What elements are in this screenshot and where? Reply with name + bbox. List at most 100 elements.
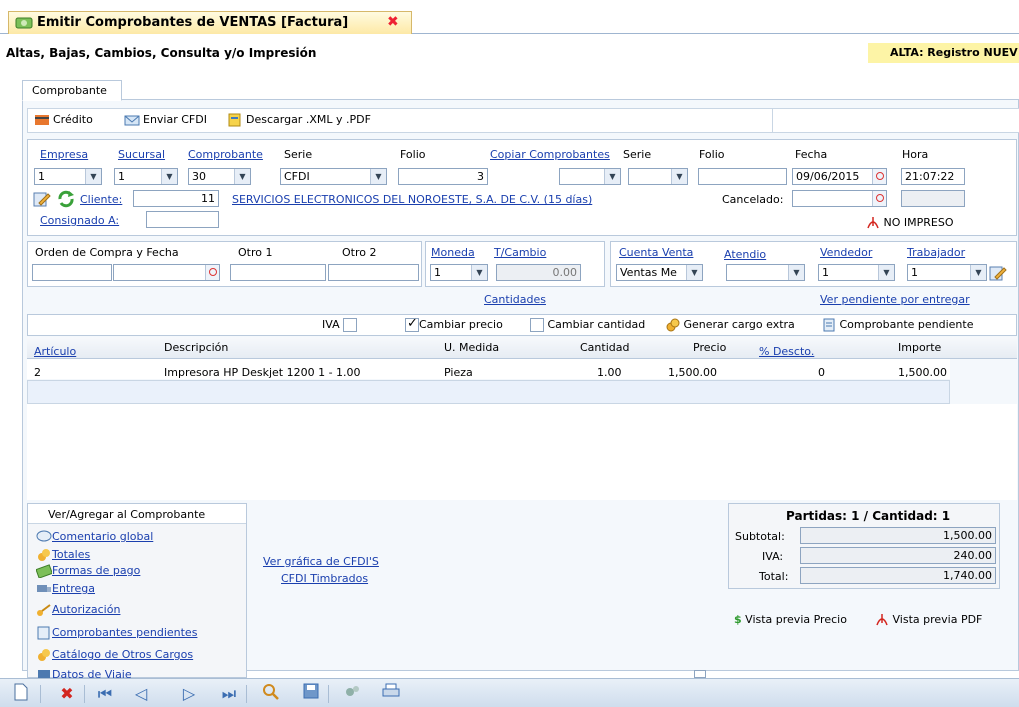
sidebar-item-totales[interactable]: Totales <box>36 548 90 562</box>
sidebar-item-formas-pago[interactable]: Formas de pago <box>35 564 140 579</box>
otro1-input[interactable] <box>230 264 326 281</box>
save-icon[interactable] <box>300 683 322 705</box>
header-descripcion: Descripción <box>164 341 229 354</box>
sidebar-item-catalogo[interactable]: Catálogo de Otros Cargos <box>36 648 193 662</box>
folio-input[interactable]: 3 <box>398 168 488 185</box>
calendar-icon[interactable] <box>205 265 219 280</box>
refresh-icon[interactable] <box>56 190 76 208</box>
serie-select[interactable]: CFDI ▼ <box>280 168 387 185</box>
iva-option[interactable]: IVA <box>322 318 358 332</box>
sidebar-item-comprobantes-pendientes[interactable]: Comprobantes pendientes <box>36 626 197 640</box>
new-document-icon[interactable] <box>10 683 32 705</box>
atendio-link[interactable]: Atendio <box>724 248 766 261</box>
empresa-select[interactable]: 1 ▼ <box>34 168 102 185</box>
cambiar-precio-option[interactable]: Cambiar precio <box>405 316 503 332</box>
cliente-number-input[interactable]: 11 <box>133 190 219 207</box>
cliente-name-link[interactable]: SERVICIOS ELECTRONICOS DEL NOROESTE, S.A… <box>232 193 592 206</box>
process-icon[interactable] <box>342 683 364 705</box>
credito-button[interactable]: Crédito <box>34 113 93 127</box>
ver-pendiente-link[interactable]: Ver pendiente por entregar <box>820 293 970 306</box>
moneda-link[interactable]: Moneda <box>431 246 475 259</box>
moneda-select[interactable]: 1 ▼ <box>430 264 488 281</box>
vendedor-link[interactable]: Vendedor <box>820 246 872 259</box>
consignado-link[interactable]: Consignado A: <box>40 214 119 227</box>
copiar-folio-input[interactable] <box>698 168 787 185</box>
comprobante-pendiente-button[interactable]: Comprobante pendiente <box>822 318 973 332</box>
separator <box>328 685 329 703</box>
edit-icon[interactable] <box>989 264 1007 282</box>
dollar-icon: $ <box>734 613 742 626</box>
comprobante-select[interactable]: 30 ▼ <box>188 168 251 185</box>
sidebar-item-autorizacion[interactable]: Autorización <box>36 603 120 617</box>
copiar-serie-select[interactable]: ▼ <box>559 168 621 185</box>
partidas-summary: Partidas: 1 / Cantidad: 1 <box>786 509 951 523</box>
copiar-comprobantes-link[interactable]: Copiar Comprobantes <box>490 148 610 161</box>
bottom-checkbox[interactable] <box>694 670 706 678</box>
tab-comprobante[interactable]: Comprobante <box>22 80 122 101</box>
orden-fecha-input[interactable] <box>113 264 220 281</box>
cancelado-date-input[interactable] <box>792 190 887 207</box>
chevron-down-icon: ▼ <box>686 265 702 280</box>
hora-input[interactable]: 21:07:22 <box>901 168 965 185</box>
close-tab-icon[interactable]: ✖ <box>387 14 399 30</box>
cuenta-venta-select[interactable]: Ventas Me ▼ <box>616 264 703 281</box>
header-articulo[interactable]: Artículo <box>34 345 76 358</box>
vendedor-select[interactable]: 1 ▼ <box>818 264 895 281</box>
comprobante-link[interactable]: Comprobante <box>188 148 263 161</box>
generar-cargo-button[interactable]: Generar cargo extra <box>666 318 795 332</box>
calendar-icon[interactable] <box>872 169 886 184</box>
cuenta-venta-link[interactable]: Cuenta Venta <box>619 246 693 259</box>
money-icon <box>15 17 33 29</box>
cambiar-cantidad-option[interactable]: Cambiar cantidad <box>530 318 645 332</box>
cambiar-precio-checkbox[interactable] <box>405 316 419 332</box>
cantidades-link[interactable]: Cantidades <box>484 293 546 306</box>
comment-icon <box>36 530 52 542</box>
consignado-input[interactable] <box>146 211 219 228</box>
cliente-link[interactable]: Cliente: <box>80 193 122 206</box>
last-record-icon[interactable]: ⏭ <box>218 683 240 705</box>
cell-umedida: Pieza <box>444 366 473 379</box>
otro2-input[interactable] <box>328 264 419 281</box>
descargar-button[interactable]: Descargar .XML y .PDF <box>227 113 371 127</box>
trabajador-link[interactable]: Trabajador <box>907 246 965 259</box>
fecha-input[interactable]: 09/06/2015 <box>792 168 887 185</box>
edit-icon[interactable] <box>33 191 51 207</box>
trabajador-select[interactable]: 1 ▼ <box>907 264 987 281</box>
sucursal-link[interactable]: Sucursal <box>118 148 165 161</box>
vista-previa-precio-button[interactable]: $ Vista previa Precio <box>734 613 847 626</box>
cancelado-hora-input <box>901 190 965 207</box>
top-strip <box>0 0 1019 9</box>
search-icon[interactable] <box>260 683 282 705</box>
cell-precio: 1,500.00 <box>668 366 717 379</box>
folio2-label: Folio <box>699 148 725 161</box>
ver-grafica-link[interactable]: Ver gráfica de CFDI'S <box>263 555 379 568</box>
new-row[interactable] <box>27 380 950 404</box>
print-icon[interactable] <box>380 683 402 705</box>
next-record-icon[interactable]: ▷ <box>178 683 200 705</box>
tcambio-input: 0.00 <box>496 264 581 281</box>
header-descto[interactable]: % Descto. <box>759 345 814 358</box>
orden-compra-input[interactable] <box>32 264 112 281</box>
sidebar-item-comentario[interactable]: Comentario global <box>36 530 153 544</box>
window-tab[interactable]: Emitir Comprobantes de VENTAS [Factura] … <box>8 11 412 34</box>
delete-icon[interactable]: ✖ <box>56 683 78 705</box>
sidebar-item-datos-viaje[interactable]: Datos de Viaje <box>36 668 132 678</box>
calendar-icon[interactable] <box>872 191 886 206</box>
first-record-icon[interactable]: ⏮ <box>94 683 116 705</box>
empresa-link[interactable]: Empresa <box>40 148 88 161</box>
tcambio-link[interactable]: T/Cambio <box>494 246 546 259</box>
enviar-cfdi-button[interactable]: Enviar CFDI <box>124 113 207 127</box>
header-umedida: U. Medida <box>444 341 500 354</box>
previous-record-icon[interactable]: ◁ <box>130 683 152 705</box>
vista-previa-pdf-button[interactable]: Vista previa PDF <box>875 613 982 627</box>
iva-checkbox[interactable] <box>343 318 358 332</box>
separator <box>84 685 85 703</box>
cell-articulo: 2 <box>34 366 41 379</box>
sucursal-select[interactable]: 1 ▼ <box>114 168 178 185</box>
copiar-tipo-select[interactable]: ▼ <box>628 168 688 185</box>
atendio-select[interactable]: ▼ <box>726 264 805 281</box>
cambiar-cantidad-checkbox[interactable] <box>530 318 544 332</box>
cfdi-timbrados-link[interactable]: CFDI Timbrados <box>281 572 368 585</box>
sidebar-item-entrega[interactable]: Entrega <box>36 582 95 596</box>
subtotal-value: 1,500.00 <box>800 527 996 544</box>
